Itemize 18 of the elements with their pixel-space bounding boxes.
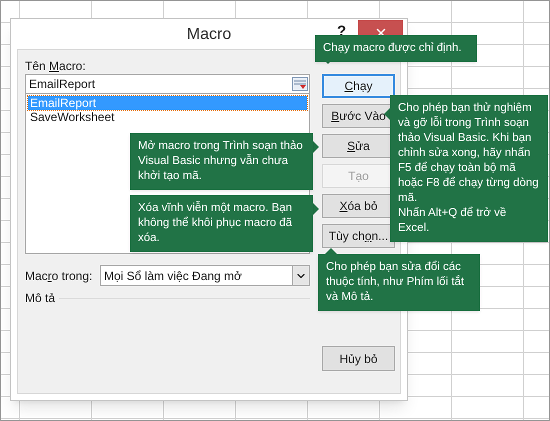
window-title: Macro: [186, 25, 232, 45]
description-label: Mô tả: [25, 290, 56, 307]
macro-name-label: Tên Macro:: [25, 58, 87, 74]
callout-text: Cho phép bạn thử nghiệm và gỡ lỗi trong Trình soạn thảo Visual Basic. Khi bạn chỉnh sửa xong, hãy nhấn F5 để chạy toàn bộ mã hoặc F8 để chạy từng dòng mã.: [398, 101, 540, 206]
callout-text: Nhấn Alt+Q để trở về Excel.: [398, 206, 508, 236]
macros-in-label: Macro trong:: [25, 268, 94, 284]
macro-name-field[interactable]: EmailReport: [25, 74, 310, 94]
macros-in-dropdown[interactable]: Mọi Sổ làm việc Đang mở: [100, 265, 310, 286]
callout-text: Xóa vĩnh viễn một macro. Bạn không thể khôi phục macro đã xóa.: [138, 201, 294, 246]
callout-text: Mở macro trong Trình soạn thảo Visual Basic nhưng vẫn chưa khởi tạo mã.: [138, 139, 304, 184]
callout-text: Chạy macro được chỉ định.: [323, 41, 463, 56]
dialog-button[interactable]: Chạy: [322, 74, 395, 98]
dropdown-icon: [292, 266, 309, 285]
macro-list-item[interactable]: SaveWorksheet: [28, 110, 307, 124]
dialog-button[interactable]: Tùy chọn...: [322, 224, 395, 248]
callout-text: Cho phép bạn sửa đổi các thuộc tính, như Phím lối tắt và Mô tả.: [326, 260, 466, 305]
cancel-button[interactable]: Hủy bỏ: [322, 346, 395, 371]
collapse-dialog-icon[interactable]: [292, 77, 308, 91]
